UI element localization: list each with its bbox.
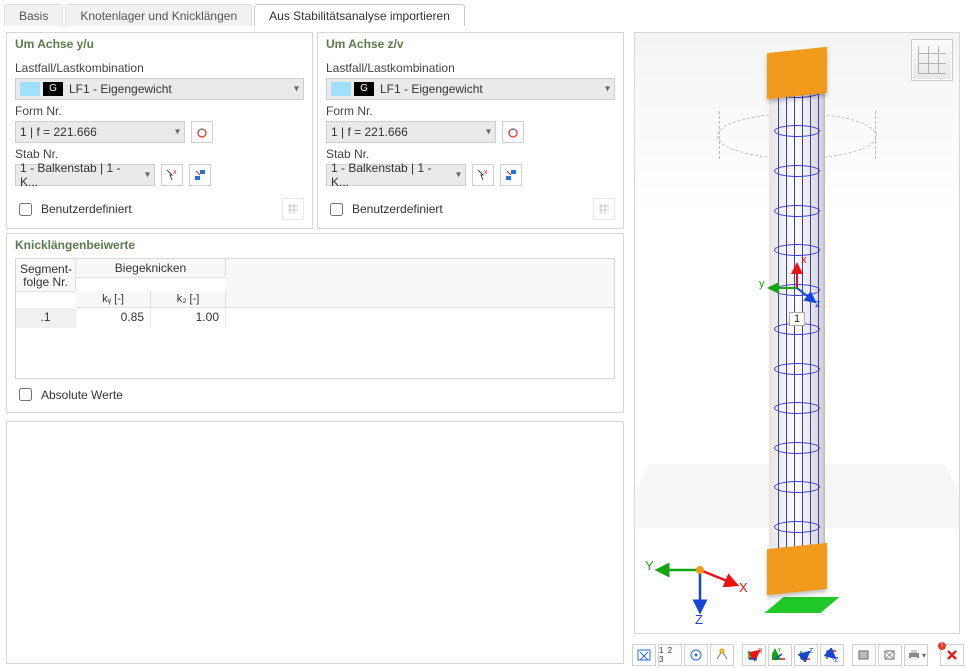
column-model[interactable]: 1 (764, 58, 830, 588)
axis-y-label: y (759, 278, 765, 290)
assign-beam-icon-button-zv[interactable] (500, 164, 522, 186)
group-title-zv: Um Achse z/v (318, 33, 623, 51)
moment-icon-button-yu[interactable] (191, 121, 213, 143)
form-label-zv: Form Nr. (326, 104, 615, 118)
svg-text:Y: Y (777, 648, 782, 654)
svg-text:-Z: -Z (832, 657, 839, 662)
mesh-icon-button-yu (282, 198, 304, 220)
moment-icon-button-zv[interactable] (502, 121, 524, 143)
alert-dot-icon: ! (938, 642, 946, 650)
numbers-button[interactable]: 1 2 3 (658, 644, 682, 666)
chevron-down-icon: ▾ (456, 170, 461, 181)
col-kz: k₂ [-] (151, 291, 226, 308)
loadcase-type-badge: G (43, 82, 63, 96)
chevron-down-icon: ▾ (175, 127, 180, 138)
klb-table: Segment- folge Nr. Biegeknicken kᵧ [-] k… (15, 258, 615, 379)
assign-beam-icon-button-yu[interactable] (189, 164, 211, 186)
group-title-klb: Knicklängenbeiwerte (7, 234, 623, 252)
loadcase-select-zv[interactable]: G LF1 - Eigengewicht ▾ (326, 78, 615, 100)
perspective-button[interactable] (710, 644, 734, 666)
pointer-x-icon-button-zv[interactable]: x (472, 164, 494, 186)
stab-select-yu[interactable]: 1 - Balkenstab | 1 - K... ▾ (15, 164, 155, 186)
stab-label-yu: Stab Nr. (15, 147, 304, 161)
form-select-zv[interactable]: 1 | f = 221.666 ▾ (326, 121, 496, 143)
print-button[interactable]: ▾ (904, 644, 928, 666)
tab-basis[interactable]: Basis (4, 4, 63, 26)
axis-x-label: x (801, 254, 807, 266)
form-label-yu: Form Nr. (15, 104, 304, 118)
loadcase-type-badge: G (354, 82, 374, 96)
loadcase-label-zv: Lastfall/Lastkombination (326, 61, 615, 75)
user-defined-checkbox-zv[interactable] (330, 203, 343, 216)
solid-view-button[interactable] (852, 644, 876, 666)
col-seg: Segment- folge Nr. (16, 259, 76, 292)
table-row[interactable]: .1 0.85 1.00 (16, 308, 614, 328)
align-x-button[interactable]: X (742, 644, 766, 666)
loadcase-value-yu: LF1 - Eigengewicht (69, 82, 172, 96)
user-defined-label-yu: Benutzerdefiniert (41, 202, 132, 216)
tab-knotenlager[interactable]: Knotenlager und Knicklängen (65, 4, 252, 26)
foot-pad (765, 597, 840, 613)
axis-z-label: z (815, 298, 821, 310)
align-y-button[interactable]: Y (768, 644, 792, 666)
viewport-3d[interactable]: 1 x y z (634, 32, 960, 634)
wire-view-button[interactable] (878, 644, 902, 666)
cell-kz[interactable]: 1.00 (151, 308, 226, 328)
view-cube[interactable] (911, 39, 953, 81)
group-title-yu: Um Achse y/u (7, 33, 312, 51)
axis-X-label: X (739, 580, 748, 595)
loadcase-color-swatch (331, 82, 351, 96)
loadcase-label-yu: Lastfall/Lastkombination (15, 61, 304, 75)
chevron-down-icon: ▾ (486, 127, 491, 138)
loadcase-value-zv: LF1 - Eigengewicht (380, 82, 483, 96)
absolute-values-checkbox[interactable] (19, 388, 32, 401)
chevron-down-icon: ▾ (294, 84, 299, 95)
top-plate (767, 47, 827, 99)
form-select-yu[interactable]: 1 | f = 221.666 ▾ (15, 121, 185, 143)
local-axes: x y z (757, 258, 837, 321)
absolute-values-label: Absolute Werte (41, 388, 123, 402)
stab-select-zv[interactable]: 1 - Balkenstab | 1 - K... ▾ (326, 164, 466, 186)
group-axis-yu: Um Achse y/u Lastfall/Lastkombination G … (6, 32, 313, 229)
tabbar: Basis Knotenlager und Knicklängen Aus St… (0, 0, 966, 26)
chevron-down-icon: ▾ (605, 84, 610, 95)
construction-line (875, 111, 876, 159)
form-value-yu: 1 | f = 221.666 (20, 125, 97, 139)
loadcase-select-yu[interactable]: G LF1 - Eigengewicht ▾ (15, 78, 304, 100)
align-z-button[interactable]: Z (794, 644, 818, 666)
global-axes: X Y Z (645, 530, 755, 623)
form-value-zv: 1 | f = 221.666 (331, 125, 408, 139)
group-axis-zv: Um Achse z/v Lastfall/Lastkombination G … (317, 32, 624, 229)
align-neg-z-button[interactable]: -Z (820, 644, 844, 666)
svg-text:X: X (758, 648, 762, 655)
group-klb: Knicklängenbeiwerte Segment- folge Nr. B… (6, 233, 624, 413)
svg-text:x: x (484, 169, 488, 176)
stab-value-zv: 1 - Balkenstab | 1 - K... (331, 161, 447, 189)
loadcase-color-swatch (20, 82, 40, 96)
mesh-icon-button-zv (593, 198, 615, 220)
svg-text:x: x (173, 169, 177, 176)
col-group-biegeknicken: Biegeknicken (76, 259, 226, 278)
viewport-toolbar: 1 2 3 X Y Z -Z (630, 642, 966, 668)
cell-seg: .1 (16, 308, 76, 328)
stab-label-zv: Stab Nr. (326, 147, 615, 161)
construction-line (719, 111, 720, 159)
user-defined-checkbox-yu[interactable] (19, 203, 32, 216)
tab-import[interactable]: Aus Stabilitätsanalyse importieren (254, 4, 465, 26)
pointer-x-icon-button-yu[interactable]: x (161, 164, 183, 186)
reset-view-button[interactable] (632, 644, 656, 666)
bottom-empty-panel (6, 421, 624, 664)
cell-ky[interactable]: 0.85 (76, 308, 151, 328)
stab-value-yu: 1 - Balkenstab | 1 - K... (20, 161, 136, 189)
delete-button[interactable]: ! (940, 644, 964, 666)
col-ky: kᵧ [-] (76, 291, 151, 308)
axis-Y-label: Y (645, 558, 654, 573)
svg-text:Z: Z (809, 648, 814, 655)
numbers-label: 1 2 3 (659, 646, 681, 664)
chevron-down-icon: ▾ (145, 170, 150, 181)
user-defined-label-zv: Benutzerdefiniert (352, 202, 443, 216)
axis-Z-label: Z (695, 612, 703, 627)
isometric-button[interactable] (684, 644, 708, 666)
bottom-plate (767, 543, 827, 595)
